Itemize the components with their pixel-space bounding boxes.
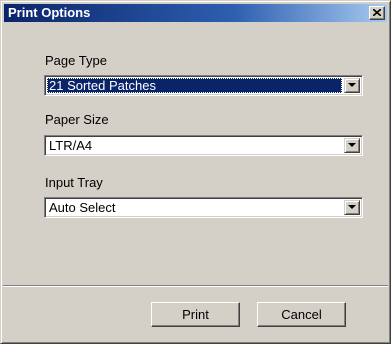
close-button[interactable] — [369, 6, 385, 20]
print-options-dialog: Print Options Page Type 21 Sorted Patche… — [0, 0, 391, 344]
page-type-value: 21 Sorted Patches — [47, 78, 342, 93]
page-type-label: Page Type — [45, 53, 107, 68]
chevron-down-icon — [348, 83, 356, 87]
page-type-select[interactable]: 21 Sorted Patches — [44, 75, 363, 96]
input-tray-select[interactable]: Auto Select — [44, 197, 363, 218]
print-button[interactable]: Print — [151, 302, 240, 327]
paper-size-value: LTR/A4 — [49, 138, 93, 153]
title-bar[interactable]: Print Options — [4, 4, 387, 22]
input-tray-dropdown-button[interactable] — [344, 200, 360, 215]
chevron-down-icon — [348, 143, 356, 147]
dialog-title: Print Options — [8, 5, 91, 20]
cancel-button[interactable]: Cancel — [257, 302, 346, 327]
separator — [3, 285, 388, 287]
chevron-down-icon — [348, 205, 356, 209]
input-tray-value: Auto Select — [49, 200, 116, 215]
paper-size-label: Paper Size — [45, 112, 109, 127]
close-icon — [373, 9, 381, 16]
paper-size-dropdown-button[interactable] — [344, 138, 360, 153]
paper-size-select[interactable]: LTR/A4 — [44, 135, 363, 156]
input-tray-label: Input Tray — [45, 175, 103, 190]
page-type-dropdown-button[interactable] — [344, 78, 360, 93]
